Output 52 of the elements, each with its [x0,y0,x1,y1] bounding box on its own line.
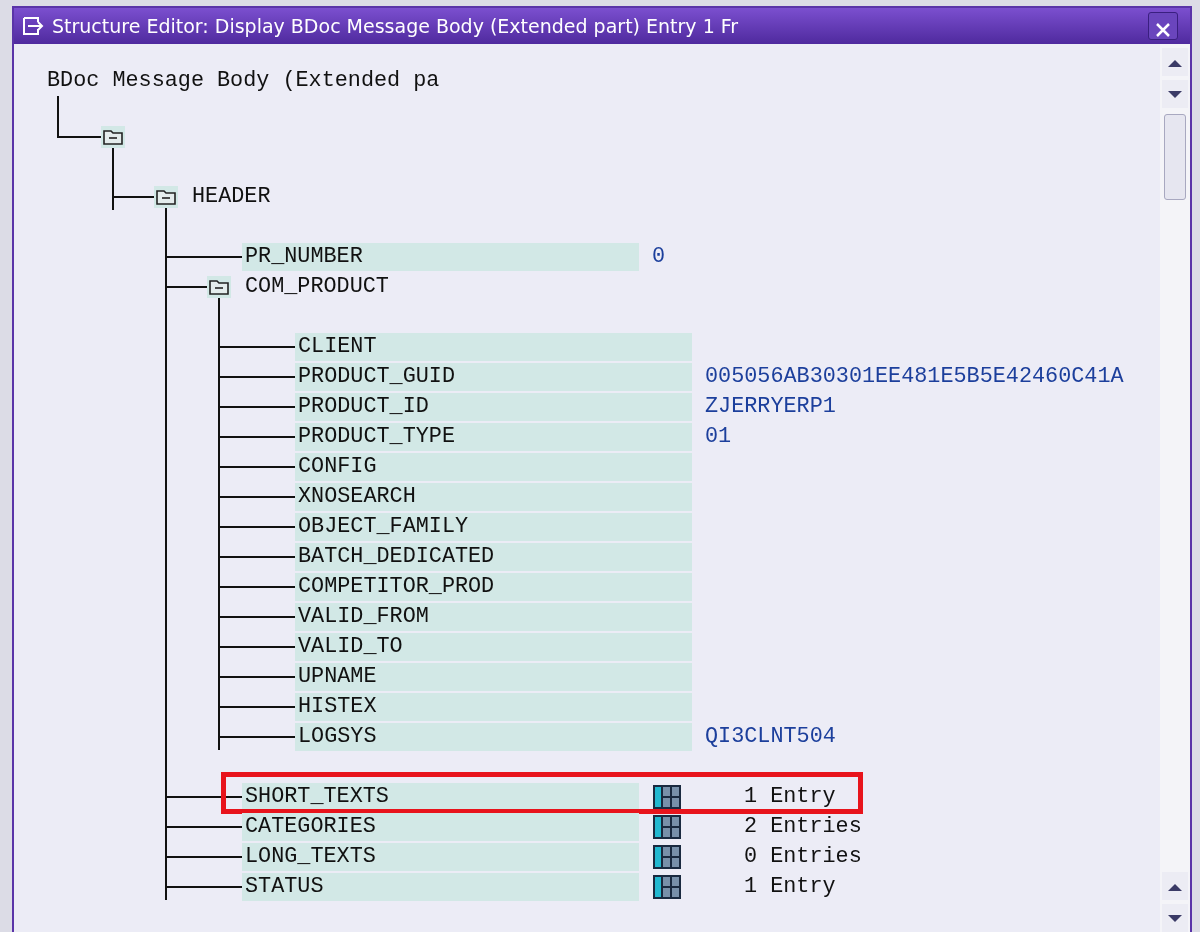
table-icon[interactable] [652,844,682,870]
entry-count: 1 Entry [744,872,836,901]
field-value: ZJERRYERP1 [705,392,836,421]
field-name: VALID_TO [295,633,692,661]
down-arrow-icon [1167,913,1183,924]
folder-icon[interactable] [101,126,125,148]
field-value: 01 [705,422,732,451]
scroll-down-button[interactable] [1162,80,1188,108]
down-arrow-icon [1167,89,1183,100]
table-name: CATEGORIES [242,813,639,841]
scrollbar[interactable] [1160,44,1190,932]
folder-icon[interactable] [207,276,231,298]
scroll-thumb[interactable] [1164,114,1186,200]
node-label: HEADER [192,182,271,211]
close-button[interactable] [1148,12,1178,40]
entry-count: 0 Entries [744,842,862,871]
field-name: BATCH_DEDICATED [295,543,692,571]
field-name: COMPETITOR_PROD [295,573,692,601]
folder-icon[interactable] [154,186,178,208]
field-name: CONFIG [295,453,692,481]
table-name: SHORT_TEXTS [242,783,639,811]
tree-root-label: BDoc Message Body (Extended pa [47,66,440,95]
field-name: LOGSYS [295,723,692,751]
field-name: PRODUCT_GUID [295,363,692,391]
up-arrow-icon [1167,57,1183,68]
field-name: XNOSEARCH [295,483,692,511]
table-icon[interactable] [652,874,682,900]
table-name: LONG_TEXTS [242,843,639,871]
scroll-up-button[interactable] [1162,872,1188,900]
field-name: VALID_FROM [295,603,692,631]
scroll-down-button[interactable] [1162,904,1188,932]
window-title: Structure Editor: Display BDoc Message Body (Extended part) Entry 1 Fr [52,13,739,39]
field-name: UPNAME [295,663,692,691]
field-value: 005056AB30301EE481E5B5E42460C41A [705,362,1124,391]
field-name: PR_NUMBER [242,243,639,271]
field-value: 0 [652,242,666,271]
close-icon [1154,20,1172,39]
scroll-up-button[interactable] [1162,48,1188,76]
edit-icon [22,16,44,36]
field-name: OBJECT_FAMILY [295,513,692,541]
field-name: PRODUCT_ID [295,393,692,421]
field-name: HISTEX [295,693,692,721]
table-name: STATUS [242,873,639,901]
field-value: QI3CLNT504 [705,722,836,751]
table-icon[interactable] [652,814,682,840]
table-icon[interactable] [652,784,682,810]
field-name: PRODUCT_TYPE [295,423,692,451]
up-arrow-icon [1167,881,1183,892]
node-label: COM_PRODUCT [245,272,389,301]
entry-count: 2 Entries [744,812,862,841]
field-name: CLIENT [295,333,692,361]
entry-count: 1 Entry [744,782,836,811]
